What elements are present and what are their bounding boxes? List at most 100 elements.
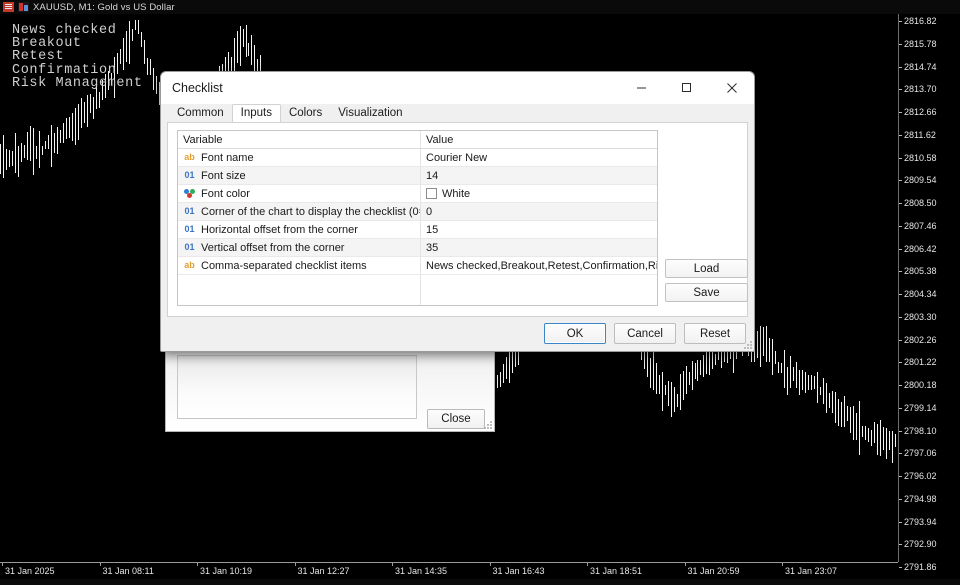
price-bar <box>889 430 890 450</box>
price-tick: 2813.70 <box>899 84 937 94</box>
resize-grip-icon[interactable] <box>484 421 492 429</box>
minimize-icon <box>637 87 646 89</box>
document-icon <box>3 2 14 12</box>
close-button[interactable]: Close <box>427 409 485 429</box>
grid-row[interactable]: 01 Corner of the chart to display the che… <box>178 203 657 221</box>
price-bar <box>763 327 765 356</box>
grid-row[interactable]: ab Comma-separated checklist items News ch… <box>178 257 657 275</box>
price-bar <box>15 132 16 174</box>
tab-common[interactable]: Common <box>169 105 232 123</box>
variable-cell[interactable]: 01 Font size <box>178 167 421 184</box>
price-scale[interactable]: 2816.82 2815.78 2814.74 2813.70 2812.66 2811.… <box>898 14 960 572</box>
value-cell[interactable]: 15 <box>421 221 657 238</box>
dialog-title: Checklist <box>172 81 223 95</box>
price-bar <box>65 118 67 139</box>
variable-label: Vertical offset from the corner <box>201 241 345 254</box>
price-tick: 2803.30 <box>899 312 937 322</box>
price-bar <box>757 330 759 358</box>
tab-colors[interactable]: Colors <box>281 105 330 123</box>
value-cell[interactable]: 35 <box>421 239 657 256</box>
price-bar <box>808 374 810 391</box>
close-button[interactable] <box>709 72 754 103</box>
price-bar <box>661 371 663 411</box>
price-bar <box>664 384 666 395</box>
ok-button[interactable]: OK <box>544 323 606 344</box>
price-bar <box>152 68 154 91</box>
background-dialog[interactable]: Close <box>165 348 495 432</box>
price-bar <box>18 146 19 177</box>
inputs-grid[interactable]: Variable Value ab Font name Courier New 01 Fon… <box>177 130 658 306</box>
dialog-tabs[interactable]: Common Inputs Colors Visualization <box>161 104 754 124</box>
price-bar <box>766 325 768 362</box>
tab-inputs[interactable]: Inputs <box>231 104 281 124</box>
variable-cell[interactable]: 01 Horizontal offset from the corner <box>178 221 421 238</box>
price-bar <box>835 392 837 424</box>
time-tick: 31 Jan 14:35 <box>392 562 447 576</box>
value-cell[interactable]: 0 <box>421 203 657 220</box>
grid-header-row: Variable Value <box>178 131 657 149</box>
reset-button[interactable]: Reset <box>684 323 746 344</box>
time-scale[interactable]: 31 Jan 2025 31 Jan 08:11 31 Jan 10:19 31 Ja… <box>0 562 898 579</box>
value-cell[interactable]: News checked,Breakout,Retest,Confirmatio… <box>421 257 657 274</box>
price-bar <box>787 367 789 395</box>
time-tick: 31 Jan 2025 <box>2 562 55 576</box>
grid-row[interactable]: 01 Horizontal offset from the corner 15 <box>178 221 657 239</box>
load-button[interactable]: Load <box>665 259 748 278</box>
price-tick: 2797.06 <box>899 448 937 458</box>
price-bar <box>799 370 801 395</box>
time-tick: 31 Jan 23:07 <box>782 562 837 576</box>
variable-cell[interactable]: ab Font name <box>178 149 421 166</box>
price-bar <box>685 365 687 394</box>
color-type-icon <box>183 189 196 198</box>
price-tick: 2814.74 <box>899 62 937 72</box>
value-label: White <box>442 187 471 200</box>
column-header-variable[interactable]: Variable <box>178 131 421 148</box>
checklist-overlay: News checked Breakout Retest Confirmation Ri… <box>12 24 143 90</box>
variable-cell[interactable]: 01 Corner of the chart to display the che… <box>178 203 421 220</box>
price-bar <box>856 413 858 440</box>
variable-label: Horizontal offset from the corner <box>201 223 358 236</box>
price-bar <box>850 406 852 434</box>
price-bar <box>239 26 241 66</box>
chart-title: XAUUSD, M1: Gold vs US Dollar <box>33 1 175 13</box>
maximize-icon <box>682 83 691 92</box>
grid-row[interactable]: Font color White <box>178 185 657 203</box>
tab-visualization[interactable]: Visualization <box>330 105 410 123</box>
dialog-titlebar[interactable]: Checklist <box>161 72 754 104</box>
price-bar <box>880 419 881 456</box>
price-tick: 2816.82 <box>899 16 937 26</box>
price-bar <box>703 355 705 378</box>
save-button[interactable]: Save <box>665 283 748 302</box>
string-type-icon: ab <box>184 260 195 270</box>
variable-cell[interactable]: ab Comma-separated checklist items <box>178 257 421 274</box>
tab-label: Colors <box>288 107 323 119</box>
price-tick: 2810.58 <box>899 153 937 163</box>
cancel-button[interactable]: Cancel <box>614 323 676 344</box>
price-bar <box>143 40 145 65</box>
grid-row[interactable]: 01 Vertical offset from the corner 35 <box>178 239 657 257</box>
price-bar <box>0 143 1 174</box>
price-bar <box>59 130 61 143</box>
indicator-properties-dialog[interactable]: Checklist Common Inputs Colors Visualizatio… <box>160 71 755 352</box>
color-swatch[interactable] <box>426 188 437 199</box>
price-bar <box>778 361 780 373</box>
variable-cell[interactable]: 01 Vertical offset from the corner <box>178 239 421 256</box>
price-tick: 2812.66 <box>899 107 937 117</box>
price-bar <box>242 29 244 47</box>
variable-cell[interactable]: Font color <box>178 185 421 202</box>
time-tick: 31 Jan 18:51 <box>587 562 642 576</box>
value-cell[interactable]: 14 <box>421 167 657 184</box>
resize-grip-icon[interactable] <box>744 341 752 349</box>
price-bar <box>697 359 699 381</box>
price-bar <box>667 381 669 406</box>
variable-label: Corner of the chart to display the check… <box>201 205 420 218</box>
grid-row[interactable]: ab Font name Courier New <box>178 149 657 167</box>
minimize-button[interactable] <box>619 72 664 103</box>
string-type-icon: ab <box>184 152 195 162</box>
column-header-value[interactable]: Value <box>421 131 657 148</box>
value-cell[interactable]: Courier New <box>421 149 657 166</box>
value-cell[interactable]: White <box>421 185 657 202</box>
grid-row[interactable]: 01 Font size 14 <box>178 167 657 185</box>
time-tick: 31 Jan 12:27 <box>294 562 350 576</box>
maximize-button[interactable] <box>664 72 709 103</box>
